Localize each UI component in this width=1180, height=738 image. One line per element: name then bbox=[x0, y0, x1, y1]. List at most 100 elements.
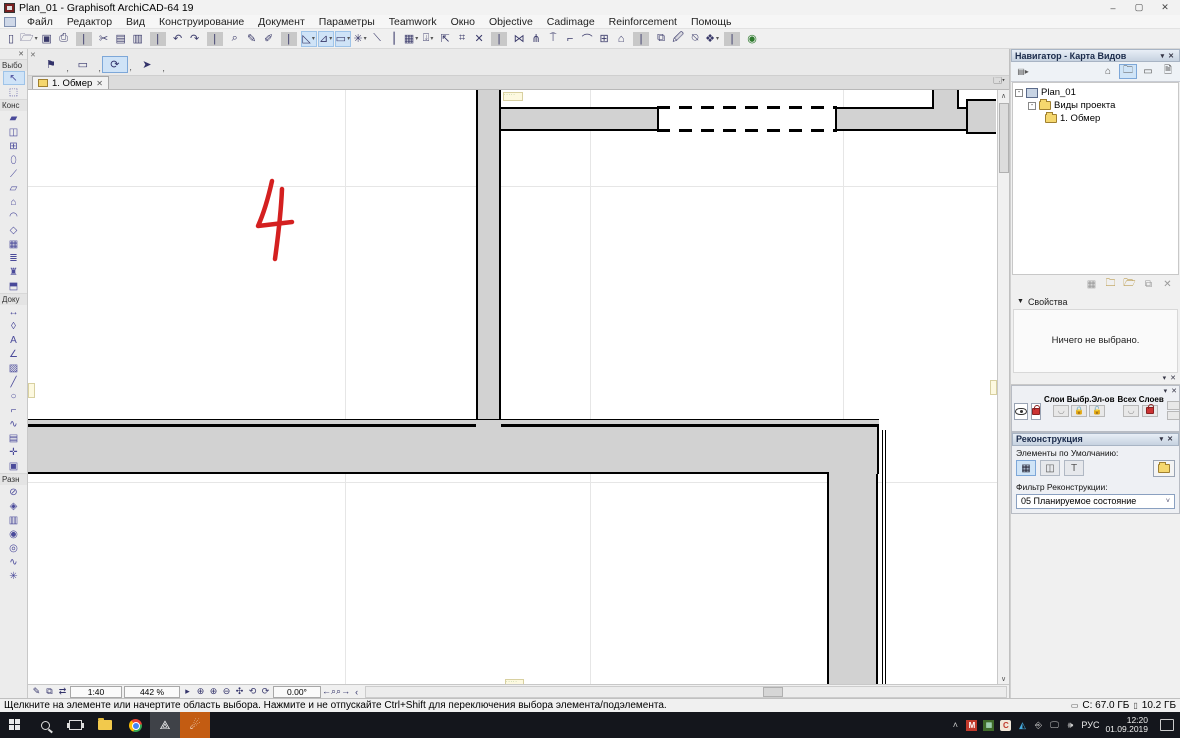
tray-app-green-icon[interactable]: ▦ bbox=[983, 719, 995, 731]
vertical-scrollbar[interactable]: ∧ ∨ bbox=[997, 90, 1009, 684]
collapse-icon[interactable]: ▾ bbox=[1163, 374, 1167, 382]
zoom-level-box[interactable]: 442 % bbox=[124, 685, 180, 698]
action-center-icon[interactable] bbox=[1160, 719, 1174, 731]
view-map-icon[interactable]: 🗀 bbox=[1119, 64, 1137, 79]
window-tool-icon[interactable]: ⊞ bbox=[3, 139, 25, 153]
lock-all-icon[interactable] bbox=[1142, 404, 1159, 417]
edge-marker[interactable] bbox=[990, 380, 997, 395]
menu-item[interactable]: Objective bbox=[482, 15, 540, 29]
worksheet-tool-icon[interactable]: ▥ bbox=[3, 513, 25, 527]
grid-snap-icon[interactable]: ▦ bbox=[403, 31, 419, 47]
zone-tool-icon[interactable]: ⬒ bbox=[3, 279, 25, 293]
plane-snap-icon[interactable]: ⊿ bbox=[317, 30, 334, 47]
fill-tool-icon[interactable]: ▨ bbox=[3, 361, 25, 375]
network-icon[interactable]: 🖵 bbox=[1049, 720, 1059, 731]
menu-item[interactable]: Параметры bbox=[312, 15, 382, 29]
line-tool-icon[interactable]: ╱ bbox=[3, 375, 25, 389]
close-group-icon[interactable]: ✕ bbox=[471, 31, 487, 47]
paste-icon[interactable]: ▥ bbox=[130, 31, 146, 47]
geometry-rect-button[interactable]: ▭ bbox=[70, 56, 101, 73]
file-explorer-button[interactable] bbox=[90, 712, 120, 738]
tray-app-m-icon[interactable]: M bbox=[966, 719, 978, 731]
library-icon[interactable]: ❖ bbox=[704, 31, 720, 47]
demolished-elements-icon[interactable]: ◫ bbox=[1040, 460, 1060, 476]
scroll-left-icon[interactable]: ‹ bbox=[350, 686, 363, 698]
menu-item[interactable]: Reinforcement bbox=[602, 15, 684, 29]
split-icon[interactable]: ⋔ bbox=[528, 31, 544, 47]
collapse-icon[interactable]: ▾ bbox=[1159, 52, 1167, 60]
drawing-tool-icon[interactable]: ▤ bbox=[3, 431, 25, 445]
scroll-down-icon[interactable]: ∨ bbox=[1001, 673, 1006, 684]
slab-tool-icon[interactable]: ▱ bbox=[3, 181, 25, 195]
tab-list-button[interactable]: 🗔▾ bbox=[989, 75, 1009, 89]
tree-item-obmer[interactable]: 1. Обмер bbox=[1015, 112, 1176, 125]
sep[interactable]: | bbox=[75, 31, 92, 46]
axis-tool-icon[interactable]: ✳ bbox=[3, 569, 25, 583]
sep[interactable]: | bbox=[491, 31, 508, 46]
search-button[interactable] bbox=[30, 712, 60, 738]
active-app-button[interactable]: ☄ bbox=[180, 712, 210, 738]
open-view-icon[interactable]: ⧉ bbox=[1140, 277, 1157, 292]
objective-icon[interactable]: ◉ bbox=[744, 31, 760, 47]
vertical-wall[interactable] bbox=[476, 90, 501, 428]
quick-options-icon[interactable]: ⇄ bbox=[56, 686, 69, 698]
arrow-method-button[interactable]: ➤ bbox=[134, 56, 165, 73]
scroll-up-icon[interactable]: ∧ bbox=[1001, 90, 1006, 101]
solid-op-icon[interactable]: ⌂ bbox=[613, 31, 629, 47]
hotspot-tool-icon[interactable]: ✛ bbox=[3, 445, 25, 459]
menu-item[interactable]: Редактор bbox=[60, 15, 119, 29]
view-settings-icon[interactable]: ▦ bbox=[1083, 277, 1100, 292]
quick-layers-icon[interactable]: ⧉ bbox=[43, 686, 56, 698]
sep[interactable]: | bbox=[633, 31, 650, 46]
sep[interactable]: | bbox=[280, 31, 297, 46]
infobox-close-icon[interactable]: ✕ bbox=[30, 51, 36, 59]
section-tool-icon[interactable]: ⊘ bbox=[3, 485, 25, 499]
close-icon[interactable]: ✕ bbox=[1170, 374, 1176, 382]
arrow-tool-icon[interactable]: ↖ bbox=[2, 71, 25, 85]
navigator-header[interactable]: Навигатор - Карта Видов ▾ ✕ bbox=[1011, 49, 1180, 62]
inject-parameters-icon[interactable]: ✐ bbox=[261, 31, 277, 47]
collapse-box-icon[interactable]: - bbox=[1028, 101, 1036, 110]
level-dimension-tool-icon[interactable]: ◊ bbox=[3, 319, 25, 333]
figure-tool-icon[interactable]: ▣ bbox=[3, 459, 25, 473]
stair-tool-icon[interactable]: ≣ bbox=[3, 251, 25, 265]
delete-view-icon[interactable]: ✕ bbox=[1159, 277, 1176, 292]
circle-tool-icon[interactable]: ○ bbox=[3, 389, 25, 403]
3d-view-icon[interactable]: ⧉ bbox=[653, 31, 669, 47]
snap-points-icon[interactable]: ✳ bbox=[352, 31, 368, 47]
save-view-icon[interactable]: 🗁 bbox=[1121, 277, 1138, 292]
menu-item[interactable]: Окно bbox=[444, 15, 482, 29]
rotation-angle-box[interactable]: 0.00° bbox=[273, 685, 321, 698]
text-tool-icon[interactable]: A bbox=[3, 333, 25, 347]
change-tool-icon[interactable]: ∿ bbox=[3, 555, 25, 569]
scale-box[interactable]: 1:40 bbox=[70, 685, 122, 698]
markup-icon[interactable]: 🖉 bbox=[670, 31, 686, 47]
collapse-box-icon[interactable]: - bbox=[1015, 88, 1023, 97]
tree-item-vidy-proekta[interactable]: - Виды проекта bbox=[1015, 99, 1176, 112]
menu-item[interactable]: Помощь bbox=[684, 15, 739, 29]
dimension-marker[interactable]: ····· bbox=[503, 92, 523, 101]
collapse-arrow-icon[interactable]: ▼ bbox=[1017, 298, 1024, 305]
layout-book-icon[interactable]: ▭ bbox=[1139, 64, 1157, 79]
unlock-layer-button[interactable] bbox=[1031, 402, 1041, 420]
pen-set-icon[interactable]: ✎ bbox=[30, 686, 43, 698]
fit-in-window-icon[interactable]: ⟲ bbox=[246, 686, 259, 698]
wall-stub[interactable] bbox=[932, 90, 959, 109]
start-button[interactable] bbox=[0, 712, 30, 738]
collapse-icon[interactable]: ▾ bbox=[1164, 387, 1168, 395]
new-folder-icon[interactable]: 🗀 bbox=[1102, 277, 1119, 292]
horizontal-scrollbar[interactable] bbox=[365, 685, 1007, 698]
camera-tool-icon[interactable]: ◎ bbox=[3, 541, 25, 555]
copy-icon[interactable]: ▤ bbox=[113, 31, 129, 47]
tray-app-c-icon[interactable]: C bbox=[1000, 719, 1012, 731]
existing-elements-icon[interactable]: ▦ bbox=[1016, 460, 1036, 476]
close-icon[interactable]: ✕ bbox=[1171, 387, 1177, 395]
intersect-icon[interactable]: ⌒ bbox=[579, 31, 595, 47]
next-zoom-icon[interactable]: ⌕→ bbox=[336, 686, 350, 698]
wall-segment[interactable] bbox=[495, 107, 659, 131]
scrollbar-thumb[interactable] bbox=[998, 103, 1009, 173]
dimension-tool-icon[interactable]: ↔ bbox=[3, 305, 25, 319]
layer-option-icon[interactable] bbox=[1166, 400, 1180, 410]
menu-item[interactable]: Teamwork bbox=[382, 15, 444, 29]
tab-close-icon[interactable]: ✕ bbox=[96, 79, 103, 88]
